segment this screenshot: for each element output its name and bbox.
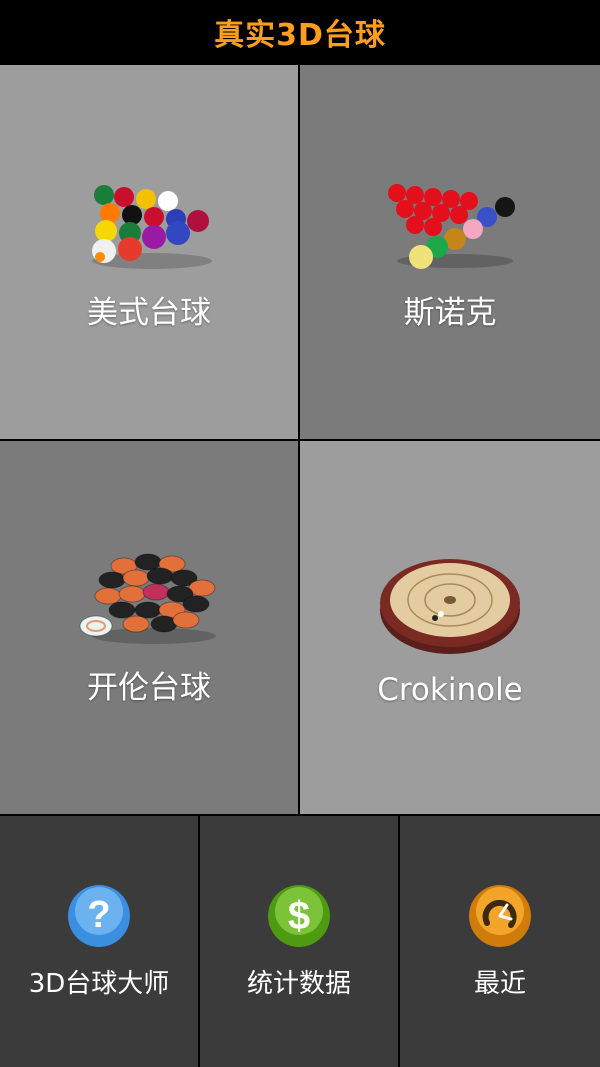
master-label: 3D台球大师 [28,969,170,999]
stats-button[interactable]: $ 统计数据 [200,816,398,1067]
app-title: 真实3D台球 [214,18,386,53]
app-header: 真实3D台球 [0,0,600,64]
snooker-balls-icon [388,183,515,269]
tile-crokinole[interactable]: Crokinole [300,441,600,814]
dollar-sign-icon: $ [268,885,330,947]
clock-icon [469,885,531,947]
question-mark-icon: ? [68,885,130,947]
carrom-pieces-icon [79,553,216,644]
stats-label: 统计数据 [246,969,351,999]
tile-snooker-label: 斯诺克 [403,294,497,331]
tile-snooker[interactable]: 斯诺克 [300,65,600,439]
svg-text:?: ? [87,894,110,936]
recent-label: 最近 [473,969,526,999]
recent-button[interactable]: 最近 [400,816,600,1067]
tile-carrom[interactable]: 开伦台球 [0,441,298,814]
master-button[interactable]: ? 3D台球大师 [0,816,198,1067]
pool-balls-rack-icon [92,184,212,269]
tile-pool-label: 美式台球 [87,294,211,331]
tile-carrom-label: 开伦台球 [87,670,211,706]
svg-text:$: $ [288,894,310,938]
tile-pool[interactable]: 美式台球 [0,65,298,439]
crokinole-board-icon [380,558,520,654]
tile-crokinole-label: Crokinole [377,671,523,708]
